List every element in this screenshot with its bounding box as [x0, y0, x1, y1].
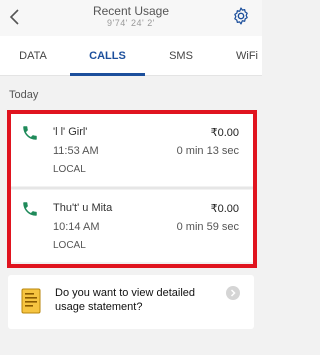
phone-number-subtitle: 9'74' 24' 2': [107, 18, 155, 28]
header-bar: Recent Usage 9'74' 24' 2': [0, 0, 262, 36]
tab-calls[interactable]: CALLS: [70, 36, 145, 76]
section-today-label: Today: [9, 89, 39, 101]
chevron-right-icon[interactable]: [226, 286, 240, 300]
detailed-statement-card[interactable]: Do you want to view detailed usage state…: [8, 275, 254, 329]
highlight-annotation-box: [7, 110, 257, 268]
gear-icon[interactable]: [231, 6, 251, 26]
tab-wifi[interactable]: WiFi: [222, 36, 282, 76]
statement-prompt-text: Do you want to view detailed usage state…: [55, 287, 196, 313]
tab-data[interactable]: DATA: [0, 36, 66, 76]
tab-sms[interactable]: SMS: [150, 36, 212, 76]
page-title: Recent Usage: [92, 4, 170, 18]
usage-tabs: DATA CALLS SMS WiFi: [0, 36, 262, 76]
document-icon: [21, 288, 41, 314]
active-tab-indicator: [70, 73, 145, 76]
